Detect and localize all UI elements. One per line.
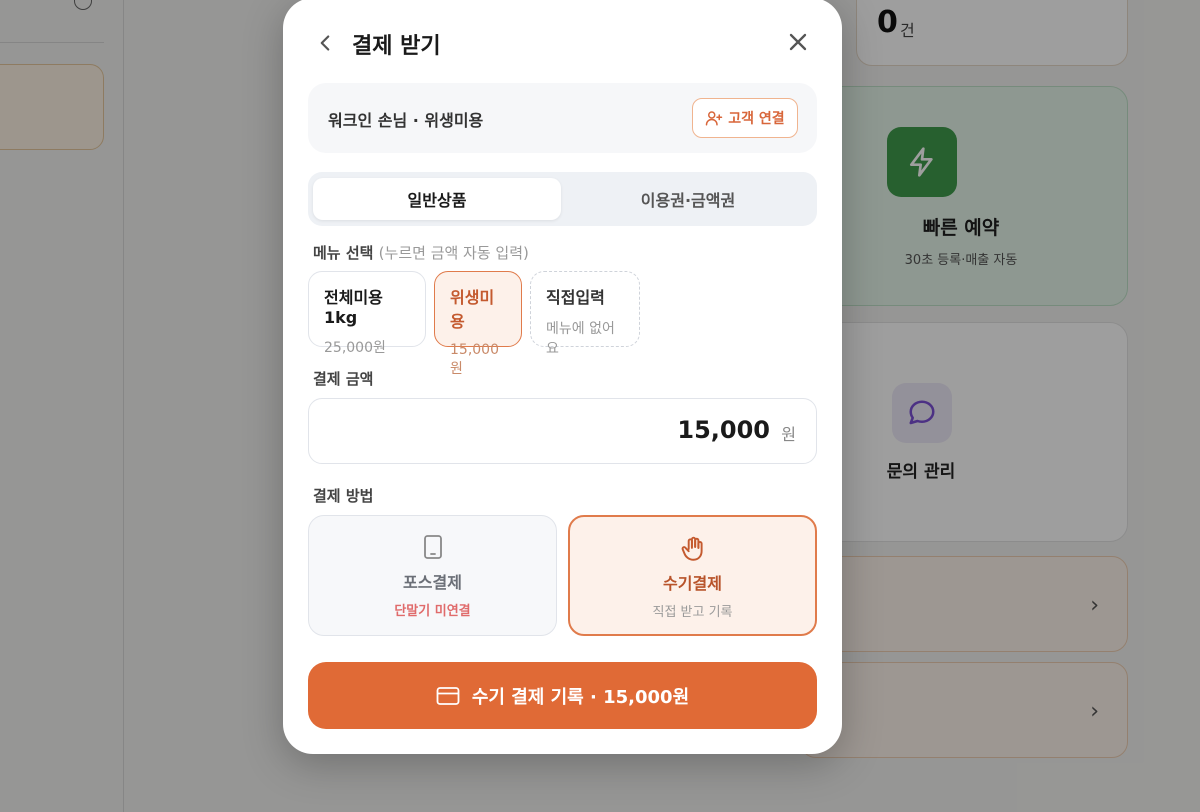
menu-item-name: 전체미용 1kg — [324, 288, 383, 327]
record-payment-button[interactable]: 수기 결제 기록 · 15,000원 — [308, 662, 817, 729]
user-plus-icon — [706, 111, 723, 126]
amount-input[interactable]: 15,000 원 — [308, 398, 817, 464]
modal-title: 결제 받기 — [352, 34, 441, 59]
tab-general-products[interactable]: 일반상품 — [313, 178, 561, 220]
customer-label: 워크인 손님 · 위생미용 — [328, 111, 484, 130]
menu-section-title: 메뉴 선택 — [313, 244, 374, 262]
menu-item-price: 25,000원 — [324, 340, 386, 356]
close-button[interactable] — [784, 28, 812, 56]
tab-passes-vouchers[interactable]: 이용권·금액권 — [564, 178, 812, 220]
manual-payment-option[interactable]: 수기결제 직접 받고 기록 — [568, 515, 817, 636]
menu-section-label: 메뉴 선택 (누르면 금액 자동 입력) — [313, 242, 529, 263]
credit-card-icon — [436, 686, 460, 705]
amount-unit: 원 — [781, 425, 796, 444]
menu-item-price: 15,000원 — [450, 342, 499, 377]
menu-item-name: 위생미용 — [450, 288, 495, 331]
manual-payment-title: 수기결제 — [663, 574, 722, 593]
manual-payment-subtitle: 직접 받고 기록 — [652, 605, 733, 620]
menu-item-name: 직접입력 — [546, 288, 605, 307]
connect-customer-label: 고객 연결 — [728, 111, 785, 127]
menu-item-hygiene-grooming[interactable]: 위생미용 15,000원 — [434, 271, 522, 377]
close-icon — [789, 33, 807, 51]
chevron-left-icon — [320, 35, 330, 51]
method-section-label: 결제 방법 — [313, 487, 374, 505]
back-button[interactable] — [312, 30, 338, 56]
product-tabs: 일반상품 이용권·금액권 — [308, 172, 817, 226]
menu-section-hint: (누르면 금액 자동 입력) — [378, 244, 529, 262]
pos-payment-option[interactable]: 포스결제 단말기 미연결 — [308, 515, 557, 636]
customer-bar: 워크인 손님 · 위생미용 고객 연결 — [308, 83, 817, 153]
pos-payment-status: 단말기 미연결 — [394, 604, 471, 619]
tablet-icon — [309, 534, 556, 560]
connect-customer-button[interactable]: 고객 연결 — [692, 98, 798, 138]
menu-item-full-grooming[interactable]: 전체미용 1kg 25,000원 — [308, 271, 426, 356]
menu-item-custom-input[interactable]: 직접입력 메뉴에 없어요 — [530, 271, 640, 357]
amount-section-label: 결제 금액 — [313, 370, 374, 388]
amount-value: 15,000 — [677, 416, 770, 444]
pos-payment-title: 포스결제 — [403, 573, 462, 592]
menu-item-hint: 메뉴에 없어요 — [546, 321, 615, 357]
record-payment-label: 수기 결제 기록 · 15,000원 — [471, 686, 690, 708]
hand-icon — [570, 535, 815, 563]
